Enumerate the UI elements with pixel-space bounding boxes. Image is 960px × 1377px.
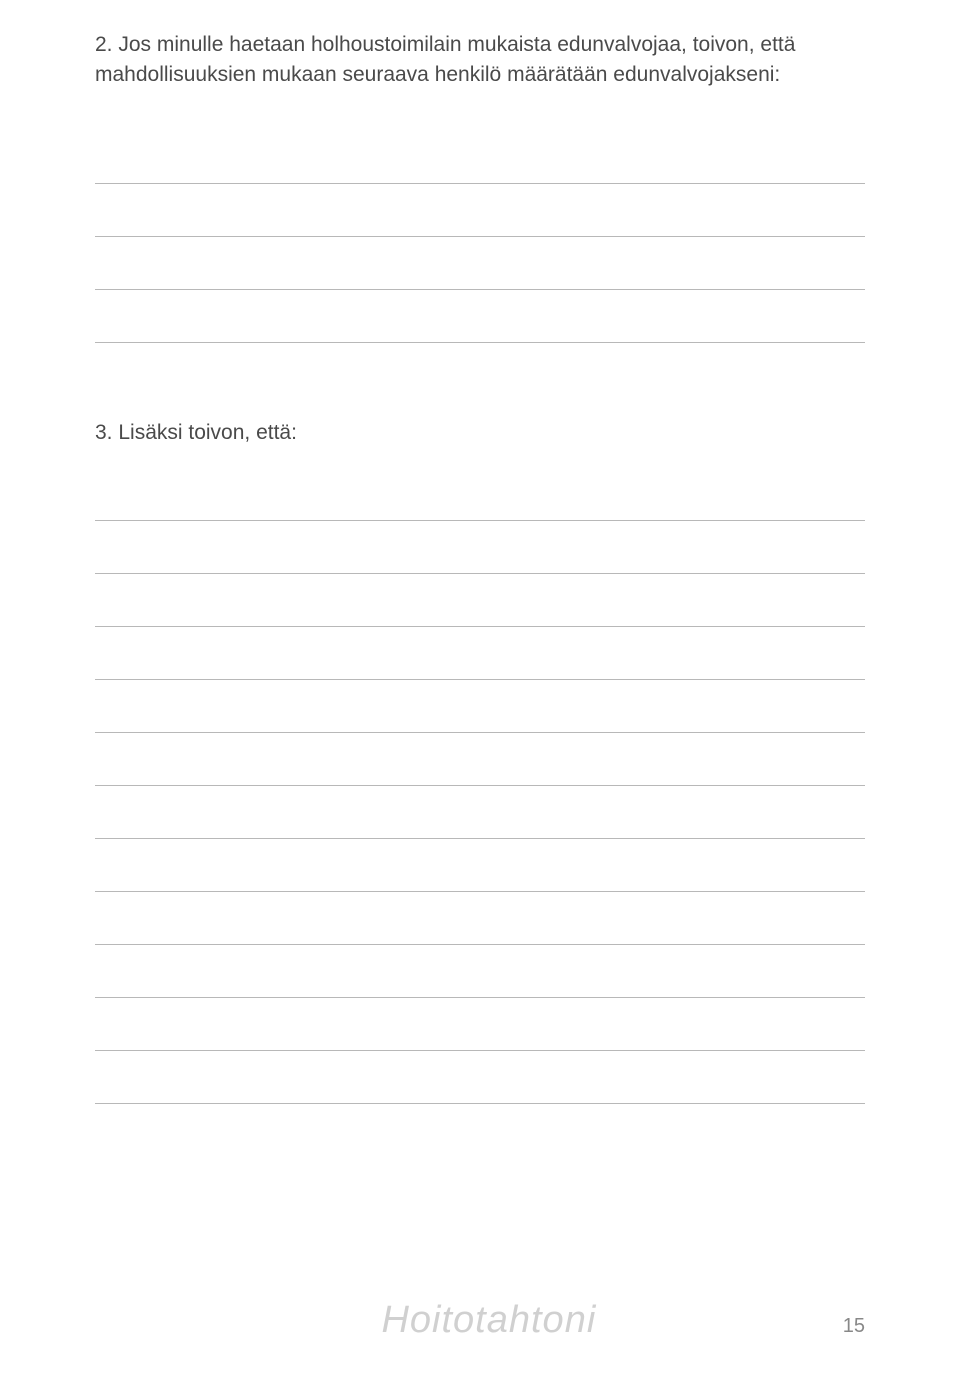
section-2-text: 2. Jos minulle haetaan holhoustoimilain … — [95, 30, 865, 91]
writing-line — [95, 998, 865, 1051]
writing-line — [95, 733, 865, 786]
section-3-lines — [95, 468, 865, 1104]
section-2-lines — [95, 131, 865, 343]
writing-line — [95, 237, 865, 290]
writing-line — [95, 574, 865, 627]
section-3-text: 3. Lisäksi toivon, että: — [95, 418, 865, 448]
writing-line — [95, 290, 865, 343]
section-2: 2. Jos minulle haetaan holhoustoimilain … — [95, 30, 865, 343]
writing-line — [95, 627, 865, 680]
document-page: 2. Jos minulle haetaan holhoustoimilain … — [0, 0, 960, 1377]
writing-line — [95, 680, 865, 733]
writing-line — [95, 786, 865, 839]
writing-line — [95, 892, 865, 945]
writing-line — [95, 1051, 865, 1104]
writing-line — [95, 468, 865, 521]
writing-line — [95, 131, 865, 184]
writing-line — [95, 839, 865, 892]
footer-title: Hoitotahtoni — [135, 1299, 843, 1342]
page-footer: Hoitotahtoni 15 — [0, 1299, 960, 1342]
writing-line — [95, 945, 865, 998]
writing-line — [95, 521, 865, 574]
writing-line — [95, 184, 865, 237]
page-number: 15 — [843, 1315, 865, 1338]
